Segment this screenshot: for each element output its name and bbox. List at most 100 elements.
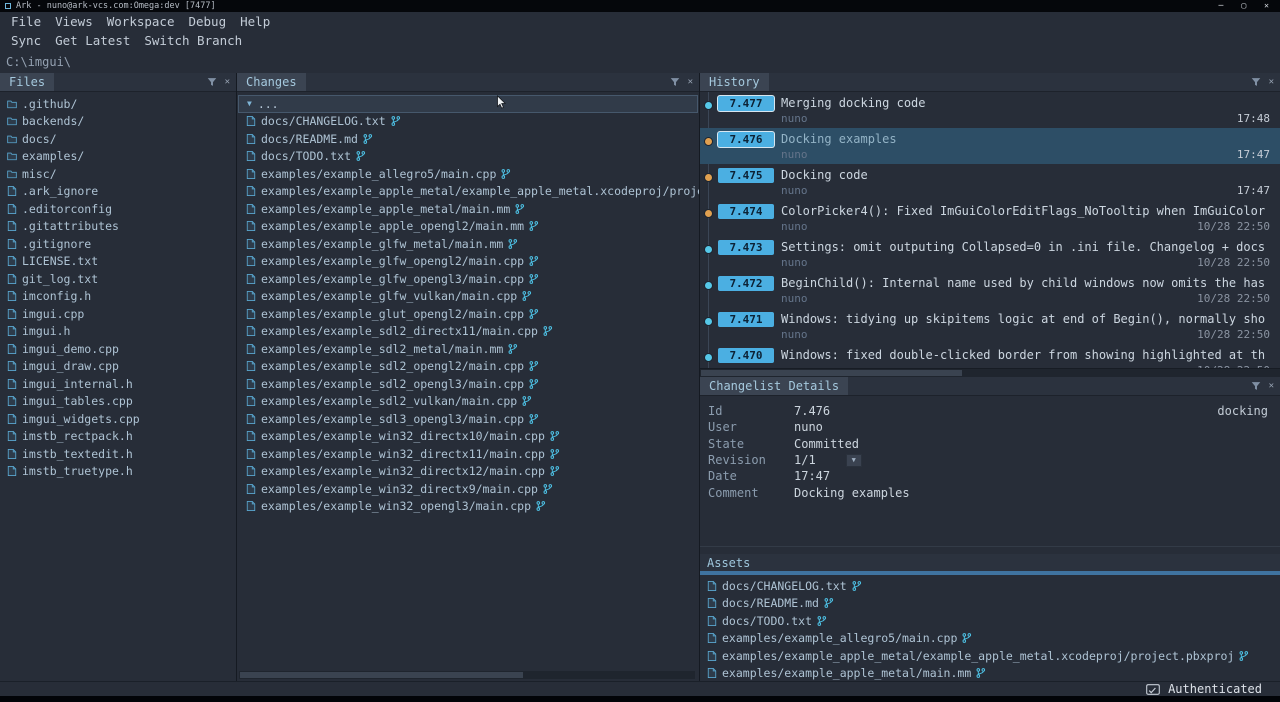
- history-entry[interactable]: 7.476 Docking examples nuno 17:47: [700, 128, 1280, 164]
- file-tree-item[interactable]: LICENSE.txt: [0, 253, 236, 271]
- close-panel-icon[interactable]: ✕: [1269, 382, 1274, 391]
- commit-time: 10/28 22:50: [1197, 328, 1280, 342]
- file-name: imgui_draw.cpp: [22, 359, 119, 373]
- file-tree-item[interactable]: imgui.h: [0, 323, 236, 341]
- file-tree-item[interactable]: .github/: [0, 95, 236, 113]
- commit-time: 10/28 22:50: [1197, 292, 1280, 306]
- file-tree-item[interactable]: misc/: [0, 165, 236, 183]
- file-tree-item[interactable]: imgui_tables.cpp: [0, 393, 236, 411]
- history-entry[interactable]: 7.473 Settings: omit outputing Collapsed…: [700, 236, 1280, 272]
- detail-row-revision: Revision 1/1 ▼: [700, 452, 1280, 468]
- file-tree-item[interactable]: .ark_ignore: [0, 183, 236, 201]
- expander-icon[interactable]: ▼: [247, 100, 252, 108]
- menu-item[interactable]: Views: [48, 14, 100, 29]
- maximize-icon[interactable]: ▢: [1241, 2, 1246, 10]
- asset-row[interactable]: examples/example_apple_metal/main.mm: [700, 665, 1280, 682]
- file-tree-item[interactable]: imstb_textedit.h: [0, 445, 236, 463]
- file-tree-item[interactable]: .gitattributes: [0, 218, 236, 236]
- file-tree-item[interactable]: imconfig.h: [0, 288, 236, 306]
- changed-file-row[interactable]: examples/example_glfw_opengl3/main.cpp: [237, 270, 699, 288]
- file-tree-item[interactable]: imgui_internal.h: [0, 375, 236, 393]
- history-entry[interactable]: 7.471 Windows: tidying up skipitems logi…: [700, 308, 1280, 344]
- history-entry[interactable]: 7.475 Docking code nuno 17:47: [700, 164, 1280, 200]
- file-tree-item[interactable]: examples/: [0, 148, 236, 166]
- changed-file-row[interactable]: examples/example_glfw_vulkan/main.cpp: [237, 288, 699, 306]
- toolbar-button[interactable]: Sync: [4, 33, 48, 48]
- changed-file-row[interactable]: examples/example_win32_opengl3/main.cpp: [237, 498, 699, 516]
- history-entry[interactable]: 7.477 Merging docking code nuno 17:48: [700, 92, 1280, 128]
- changed-file-row[interactable]: docs/TODO.txt: [237, 148, 699, 166]
- branch-icon: [543, 325, 553, 337]
- close-panel-icon[interactable]: ✕: [688, 78, 693, 87]
- details-panel-title: Changelist Details: [700, 377, 848, 395]
- file-tree-item[interactable]: imstb_rectpack.h: [0, 428, 236, 446]
- file-tree-item[interactable]: imgui_draw.cpp: [0, 358, 236, 376]
- changed-file-row[interactable]: docs/CHANGELOG.txt: [237, 113, 699, 131]
- history-entries: 7.477 Merging docking code nuno 17:48: [700, 92, 1280, 368]
- changed-file-row[interactable]: docs/README.md: [237, 130, 699, 148]
- menu-item[interactable]: File: [4, 14, 48, 29]
- asset-row[interactable]: docs/CHANGELOG.txt: [700, 577, 1280, 595]
- file-tree-item[interactable]: .editorconfig: [0, 200, 236, 218]
- horizontal-scrollbar[interactable]: [239, 671, 695, 679]
- window-controls: ─ ▢ ✕: [1219, 2, 1275, 10]
- changed-file-row[interactable]: examples/example_allegro5/main.cpp: [237, 165, 699, 183]
- changed-file-row[interactable]: examples/example_glfw_metal/main.mm: [237, 235, 699, 253]
- right-column: History ✕ 7.477 Merging docking code: [700, 73, 1280, 681]
- asset-row[interactable]: examples/example_allegro5/main.cpp: [700, 630, 1280, 648]
- file-tree-item[interactable]: git_log.txt: [0, 270, 236, 288]
- file-tree-item[interactable]: imstb_truetype.h: [0, 463, 236, 481]
- changed-file-row[interactable]: examples/example_glfw_opengl2/main.cpp: [237, 253, 699, 271]
- close-icon[interactable]: ✕: [1264, 2, 1269, 10]
- menu-item[interactable]: Debug: [181, 14, 233, 29]
- menu-item[interactable]: Help: [233, 14, 277, 29]
- file-name: backends/: [22, 114, 84, 128]
- history-panel: History ✕ 7.477 Merging docking code: [700, 73, 1280, 377]
- changed-file-row[interactable]: examples/example_sdl2_metal/main.mm: [237, 340, 699, 358]
- toolbar-button[interactable]: Switch Branch: [137, 33, 249, 48]
- changed-file-row[interactable]: examples/example_win32_directx12/main.cp…: [237, 463, 699, 481]
- changed-file-path: examples/example_apple_metal/main.mm: [261, 202, 510, 216]
- changed-file-row[interactable]: examples/example_apple_opengl2/main.mm: [237, 218, 699, 236]
- changes-root-row[interactable]: ▼ ...: [238, 95, 698, 113]
- history-entry[interactable]: 7.472 BeginChild(): Internal name used b…: [700, 272, 1280, 308]
- asset-row[interactable]: examples/example_apple_metal/example_app…: [700, 647, 1280, 665]
- history-entry[interactable]: 7.470 Windows: fixed double-clicked bord…: [700, 344, 1280, 368]
- file-tree-item[interactable]: imgui_widgets.cpp: [0, 410, 236, 428]
- changed-file-row[interactable]: examples/example_sdl2_directx11/main.cpp: [237, 323, 699, 341]
- asset-row[interactable]: docs/TODO.txt: [700, 612, 1280, 630]
- menu-item[interactable]: Workspace: [100, 14, 182, 29]
- close-panel-icon[interactable]: ✕: [225, 78, 230, 87]
- changed-file-row[interactable]: examples/example_win32_directx10/main.cp…: [237, 428, 699, 446]
- revision-dropdown[interactable]: ▼: [846, 454, 862, 467]
- changed-file-row[interactable]: examples/example_apple_metal/main.mm: [237, 200, 699, 218]
- minimize-icon[interactable]: ─: [1219, 2, 1224, 10]
- changed-file-row[interactable]: examples/example_apple_metal/example_app…: [237, 183, 699, 201]
- changed-file-row[interactable]: examples/example_sdl2_vulkan/main.cpp: [237, 393, 699, 411]
- filter-icon[interactable]: [670, 77, 680, 87]
- history-horizontal-scrollbar[interactable]: [700, 368, 1280, 377]
- changed-file-row[interactable]: examples/example_win32_directx9/main.cpp: [237, 480, 699, 498]
- changed-file-row[interactable]: examples/example_sdl3_opengl3/main.cpp: [237, 410, 699, 428]
- file-tree-item[interactable]: imgui.cpp: [0, 305, 236, 323]
- document-icon: [7, 360, 17, 372]
- changed-file-row[interactable]: examples/example_sdl2_opengl3/main.cpp: [237, 375, 699, 393]
- changed-file-row[interactable]: examples/example_glut_opengl2/main.cpp: [237, 305, 699, 323]
- asset-row[interactable]: docs/README.md: [700, 595, 1280, 613]
- changed-file-row[interactable]: examples/example_sdl2_opengl2/main.cpp: [237, 358, 699, 376]
- file-tree-item[interactable]: .gitignore: [0, 235, 236, 253]
- filter-icon[interactable]: [1251, 381, 1261, 391]
- toolbar-button[interactable]: Get Latest: [48, 33, 137, 48]
- scrollbar-thumb[interactable]: [240, 672, 523, 678]
- history-entry[interactable]: 7.474 ColorPicker4(): Fixed ImGuiColorEd…: [700, 200, 1280, 236]
- file-tree-item[interactable]: docs/: [0, 130, 236, 148]
- changed-file-row[interactable]: examples/example_win32_directx11/main.cp…: [237, 445, 699, 463]
- close-panel-icon[interactable]: ✕: [1269, 78, 1274, 87]
- filter-icon[interactable]: [1251, 77, 1261, 87]
- commit-author: nuno: [781, 184, 808, 198]
- field-value: Docking examples: [794, 486, 910, 500]
- file-tree-item[interactable]: backends/: [0, 113, 236, 131]
- filter-icon[interactable]: [207, 77, 217, 87]
- scrollbar-thumb[interactable]: [701, 370, 962, 376]
- file-tree-item[interactable]: imgui_demo.cpp: [0, 340, 236, 358]
